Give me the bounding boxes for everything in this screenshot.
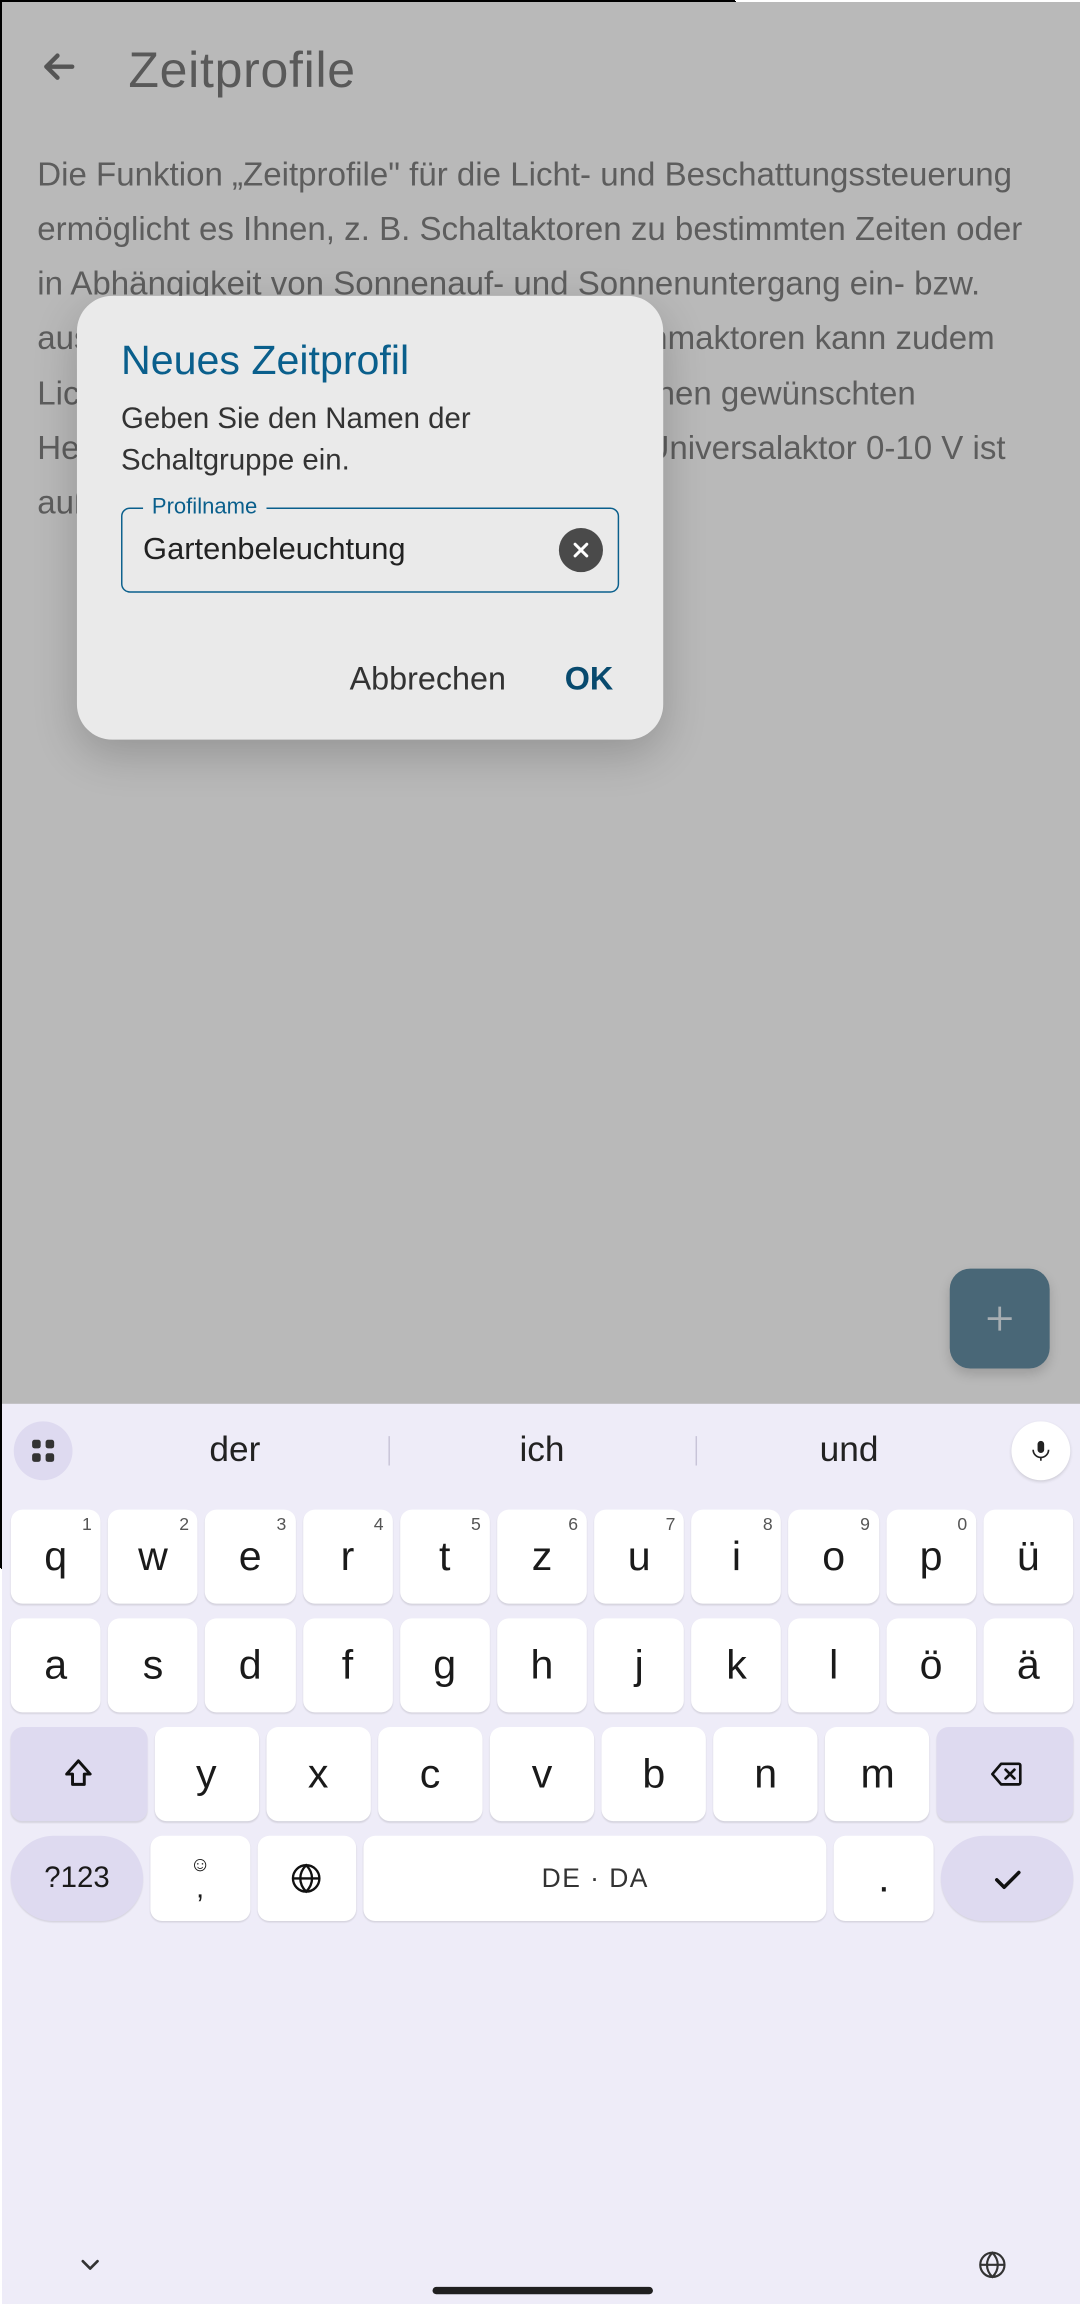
- suggestion-2[interactable]: ich: [388, 1430, 695, 1471]
- emoji-key[interactable]: ☺,: [151, 1836, 250, 1921]
- cancel-button[interactable]: Abbrechen: [350, 660, 506, 698]
- key-q[interactable]: q1: [11, 1510, 101, 1604]
- nav-pill[interactable]: [432, 2287, 652, 2294]
- dialog-title: Neues Zeitprofil: [77, 337, 663, 399]
- space-key[interactable]: DE · DA: [364, 1836, 827, 1921]
- key-u[interactable]: u7: [594, 1510, 684, 1604]
- soft-keyboard: der ich und q1w2e3r4t5z6u7i8o9p0ü asdfgh…: [2, 1404, 1080, 2304]
- dialog-subtitle: Geben Sie den Namen der Schaltgruppe ein…: [77, 399, 663, 508]
- key-o[interactable]: o9: [789, 1510, 879, 1604]
- ok-button[interactable]: OK: [565, 660, 613, 698]
- hide-keyboard-icon[interactable]: [75, 2249, 104, 2286]
- key-f[interactable]: f: [303, 1618, 393, 1712]
- backspace-key[interactable]: [937, 1727, 1073, 1821]
- key-ö[interactable]: ö: [886, 1618, 976, 1712]
- key-s[interactable]: s: [108, 1618, 198, 1712]
- profile-name-label: Profilname: [143, 494, 266, 519]
- key-x[interactable]: x: [266, 1727, 371, 1821]
- mic-icon[interactable]: [1011, 1421, 1070, 1480]
- shift-key[interactable]: [11, 1727, 147, 1821]
- key-e[interactable]: e3: [205, 1510, 295, 1604]
- key-d[interactable]: d: [205, 1618, 295, 1712]
- key-c[interactable]: c: [378, 1727, 483, 1821]
- key-l[interactable]: l: [789, 1618, 879, 1712]
- key-i[interactable]: i8: [692, 1510, 782, 1604]
- key-g[interactable]: g: [400, 1618, 490, 1712]
- key-p[interactable]: p0: [886, 1510, 976, 1604]
- period-key[interactable]: .: [834, 1836, 933, 1921]
- key-j[interactable]: j: [594, 1618, 684, 1712]
- key-h[interactable]: h: [497, 1618, 587, 1712]
- key-z[interactable]: z6: [497, 1510, 587, 1604]
- language-key[interactable]: [257, 1836, 356, 1921]
- suggestion-1[interactable]: der: [81, 1430, 388, 1471]
- profile-name-value: Gartenbeleuchtung: [143, 532, 405, 566]
- key-w[interactable]: w2: [108, 1510, 198, 1604]
- enter-key[interactable]: [941, 1836, 1073, 1921]
- key-b[interactable]: b: [602, 1727, 707, 1821]
- key-r[interactable]: r4: [303, 1510, 393, 1604]
- clear-input-icon[interactable]: [559, 528, 603, 572]
- keyboard-apps-icon[interactable]: [14, 1421, 73, 1480]
- key-ü[interactable]: ü: [983, 1510, 1073, 1604]
- key-y[interactable]: y: [154, 1727, 259, 1821]
- new-profile-dialog: Neues Zeitprofil Geben Sie den Namen der…: [77, 296, 663, 740]
- key-ä[interactable]: ä: [983, 1618, 1073, 1712]
- key-v[interactable]: v: [490, 1727, 595, 1821]
- profile-name-input[interactable]: Profilname Gartenbeleuchtung: [121, 507, 619, 592]
- key-k[interactable]: k: [692, 1618, 782, 1712]
- key-m[interactable]: m: [825, 1727, 930, 1821]
- key-t[interactable]: t5: [400, 1510, 490, 1604]
- symbols-key[interactable]: ?123: [11, 1836, 143, 1921]
- nav-globe-icon[interactable]: [976, 2248, 1008, 2288]
- key-n[interactable]: n: [713, 1727, 818, 1821]
- key-a[interactable]: a: [11, 1618, 101, 1712]
- suggestion-3[interactable]: und: [696, 1430, 1003, 1471]
